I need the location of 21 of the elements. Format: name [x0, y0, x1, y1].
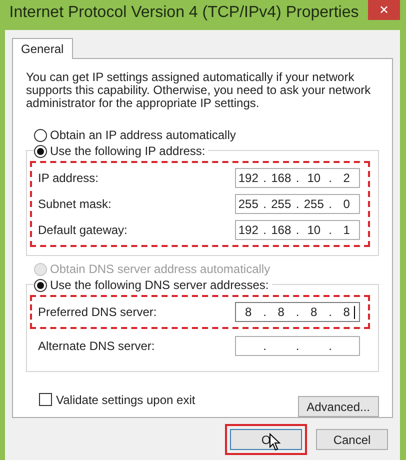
ip-address-field[interactable]: 8 . 8 . 8 . 8 [235, 302, 360, 322]
field-label: Preferred DNS server: [38, 305, 157, 319]
radio-option[interactable]: Use the following IP address: [34, 144, 208, 158]
description-text: You can get IP settings assigned automatically if your network supports this capability. Otherwise, you need to ask your network administrator for the appropriate IP settings. [26, 71, 372, 110]
radio-option[interactable]: Obtain an IP address automatically [34, 128, 239, 142]
tab[interactable]: General [12, 38, 73, 59]
field-label: Default gateway: [38, 223, 128, 237]
cancel-button[interactable]: Cancel [316, 429, 388, 450]
field-label: Subnet mask: [38, 197, 112, 211]
validate-checkbox[interactable]: Validate settings upon exit [39, 392, 196, 406]
ip-address-field[interactable]: . . . [235, 336, 360, 356]
radio-option[interactable]: Use the following DNS server addresses: [34, 278, 272, 292]
ip-address-field[interactable]: 192 . 168 . 10 . 1 [235, 220, 360, 240]
close-button[interactable]: ✕ [368, 0, 400, 20]
advanced-button[interactable]: Advanced... [298, 396, 379, 417]
ip-address-field[interactable]: 255 . 255 . 255 . 0 [235, 194, 360, 214]
field-label: Alternate DNS server: [38, 339, 155, 353]
ip-address-field[interactable]: 192 . 168 . 10 . 2 [235, 168, 360, 188]
window-title: Internet Protocol Version 4 (TCP/IPv4) Properties [9, 4, 359, 22]
mouse-pointer-icon [269, 433, 281, 451]
field-label: IP address: [38, 171, 98, 185]
